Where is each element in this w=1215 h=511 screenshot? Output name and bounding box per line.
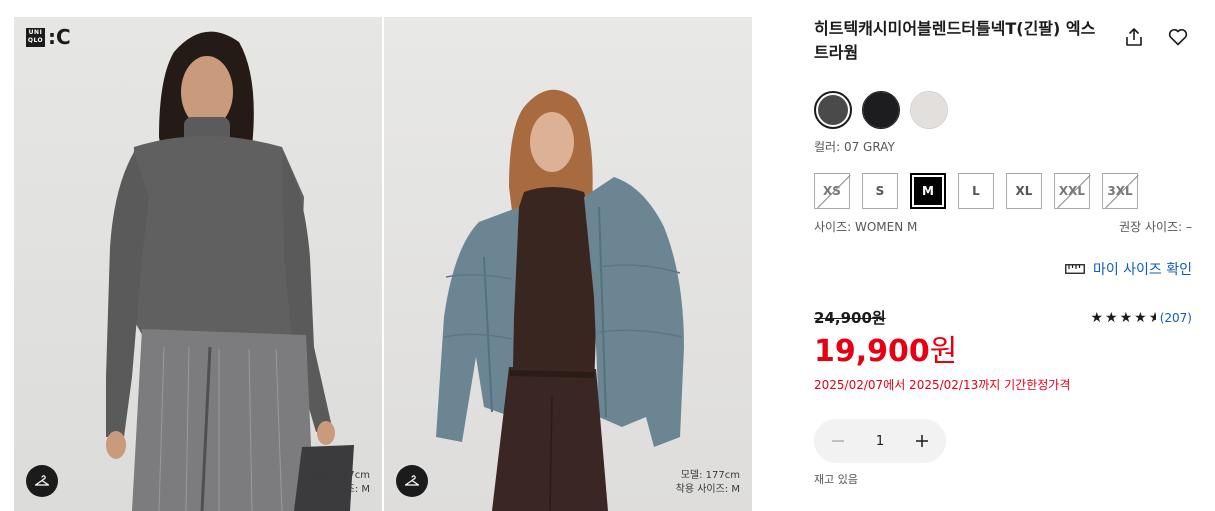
hanger-icon (404, 475, 420, 486)
size-option-xs[interactable]: XS (814, 173, 850, 209)
my-size-label: 마이 사이즈 확인 (1092, 262, 1192, 278)
decrement-button[interactable] (828, 431, 848, 451)
size-option-m[interactable]: M (910, 173, 946, 209)
color-label: 컬러: 07 GRAY (814, 140, 895, 154)
quantity-value[interactable]: 1 (876, 434, 884, 449)
sale-price-amount: 19,900 (814, 334, 930, 369)
plus-icon (916, 435, 928, 447)
brand-logo: UNI QLO :C (26, 25, 71, 49)
rating: ★ ★ ★ ★ ★ (207) (1090, 310, 1192, 326)
model-height: 모델: 177cm (680, 470, 740, 481)
size-option-l[interactable]: L (958, 173, 994, 209)
quantity-stepper: 1 (814, 419, 946, 463)
share-button[interactable] (1123, 26, 1145, 48)
product-detail-panel: 히트텍캐시미어블렌드터틀넥T(긴팔) 엑스트라웜 컬러: 07 GRAY XS … (814, 17, 1192, 487)
uniqlo-logo-box: UNI QLO (26, 28, 45, 47)
model-size: 착용 사이즈: M (675, 484, 740, 495)
half-star-icon: ★ (1148, 309, 1156, 326)
title-actions (1123, 17, 1192, 65)
size-info-row: 사이즈: WOMEN M 권장 사이즈: – (814, 218, 1192, 235)
minus-icon (832, 440, 844, 442)
model-figure-1 (106, 31, 354, 511)
product-photo-styled-jacket[interactable]: 모델: 177cm 착용 사이즈: M (384, 17, 752, 511)
swatch-fill (911, 92, 947, 128)
my-size-link[interactable]: 마이 사이즈 확인 (814, 259, 1192, 279)
product-gallery: UNI QLO :C 모델: 177cm 착용 사이즈: M 모델: 177cm… (14, 17, 752, 511)
recommended-size-label: 권장 사이즈: – (1119, 220, 1192, 234)
stock-status: 재고 있음 (814, 473, 858, 486)
size-option-3xl[interactable]: 3XL (1102, 173, 1138, 209)
review-count-link[interactable]: (207) (1160, 311, 1192, 325)
size-option-xl[interactable]: XL (1006, 173, 1042, 209)
hanger-button[interactable] (26, 465, 58, 497)
price-row: 24,900원 ★ ★ ★ ★ ★ (207) (814, 307, 1192, 328)
size-option-s[interactable]: S (862, 173, 898, 209)
star-icon: ★ (1105, 309, 1118, 326)
hanger-button[interactable] (396, 465, 428, 497)
brand-suffix: :C (48, 25, 71, 49)
product-photo-gray-turtleneck[interactable]: UNI QLO :C 모델: 177cm 착용 사이즈: M (14, 17, 382, 511)
original-price: 24,900원 (814, 309, 886, 327)
star-icon: ★ (1134, 309, 1147, 326)
title-row: 히트텍캐시미어블렌드터틀넥T(긴팔) 엑스트라웜 (814, 17, 1192, 65)
selected-size-label: 사이즈: WOMEN M (814, 220, 918, 234)
favorite-button[interactable] (1167, 26, 1189, 48)
swatch-fill (818, 95, 848, 125)
heart-icon (1168, 28, 1188, 46)
hanger-icon (34, 475, 50, 486)
star-icon: ★ (1119, 309, 1133, 326)
model-info: 모델: 177cm 착용 사이즈: M (306, 469, 370, 497)
size-option-xxl[interactable]: XXL (1054, 173, 1090, 209)
ruler-icon (1065, 264, 1085, 274)
swatch-fill (863, 92, 899, 128)
sale-period: 2025/02/07에서 2025/02/13까지 기간한정가격 (814, 378, 1071, 392)
color-swatch-black[interactable] (862, 91, 900, 129)
model-size: 착용 사이즈: M (305, 484, 370, 495)
color-swatch-gray[interactable] (814, 91, 852, 129)
color-swatch-off-white[interactable] (910, 91, 948, 129)
model-info: 모델: 177cm 착용 사이즈: M (676, 469, 740, 497)
increment-button[interactable] (912, 431, 932, 451)
size-selector: XS S M L XL XXL 3XL (814, 173, 1192, 209)
model-height: 모델: 177cm (310, 470, 370, 481)
sale-price: 19,900원 (814, 334, 1192, 370)
sale-price-currency: 원 (929, 334, 958, 369)
star-icon: ★ (1090, 309, 1104, 326)
color-swatches (814, 91, 1192, 129)
product-title: 히트텍캐시미어블렌드터틀넥T(긴팔) 엑스트라웜 (814, 19, 1096, 62)
share-icon (1126, 28, 1142, 46)
model-figure-2 (436, 89, 684, 511)
